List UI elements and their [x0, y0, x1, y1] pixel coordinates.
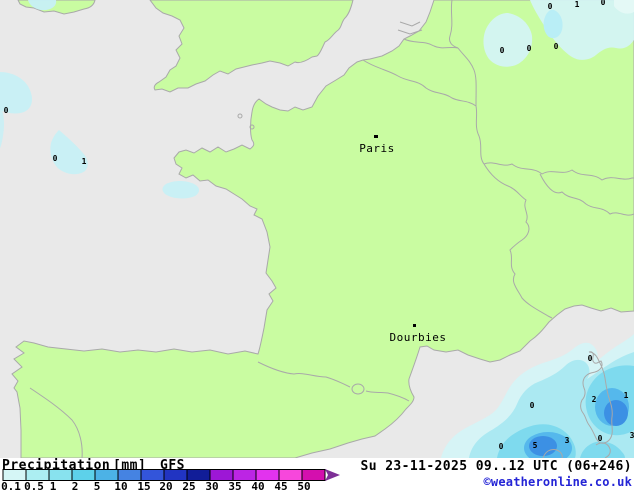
weather-map-page: 0 0 1 0 1 0 0 0 0 0 2 1 0 5 3 0 3 0 Pari…: [0, 0, 634, 490]
dourbies-marker: [413, 324, 416, 327]
tick-label: 2: [72, 480, 79, 490]
colorbar-cell: [94, 469, 119, 481]
value-label: 0: [4, 106, 9, 115]
colorbar-cell: [140, 469, 165, 481]
precipitation-map: 0 0 1 0 1 0 0 0 0 0 2 1 0 5 3 0 3 0 Pari…: [0, 0, 634, 464]
tick-label: 40: [251, 480, 264, 490]
value-label: 0: [598, 434, 603, 443]
value-label: 0: [527, 44, 532, 53]
colorbar-arrow: [325, 469, 340, 481]
tick-label: 1: [50, 480, 57, 490]
value-label: 3: [565, 436, 570, 445]
value-label: 5: [533, 441, 538, 450]
paris-label: Paris: [359, 142, 395, 155]
value-label: 0: [500, 46, 505, 55]
value-label: 0: [554, 42, 559, 51]
colorbar-cell: [71, 469, 96, 481]
value-label: 0: [588, 354, 593, 363]
andorra-outline: [351, 383, 365, 395]
colorbar-cells: [2, 469, 326, 481]
legend-colorbar: 0.1 0.5 1 2 5 10 15 20 25 30 35 40 45 50: [1, 469, 340, 490]
tick-label: 30: [205, 480, 218, 490]
value-label: 1: [624, 391, 629, 400]
value-label: 1: [82, 157, 87, 166]
colorbar-cell: [232, 469, 257, 481]
value-label: 1: [575, 0, 580, 9]
tick-label: 45: [274, 480, 287, 490]
value-label: 3: [630, 431, 634, 440]
value-label: 0: [53, 154, 58, 163]
colorbar-cell: [186, 469, 211, 481]
colorbar-cell: [278, 469, 303, 481]
value-label: 0: [548, 2, 553, 11]
colorbar-cell: [301, 469, 326, 481]
tick-label: 15: [137, 480, 150, 490]
tick-label: 0.5: [24, 480, 44, 490]
value-label: 0: [499, 442, 504, 451]
forecast-datetime: Su 23-11-2025 09..12 UTC (06+246): [360, 459, 632, 474]
value-label: 0: [601, 0, 606, 7]
tick-label: 5: [94, 480, 101, 490]
colorbar-ticks: 0.1 0.5 1 2 5 10 15 20 25 30 35 40 45 50: [1, 480, 311, 490]
colorbar-cell: [48, 469, 73, 481]
precip-med-level5-corsica: [604, 400, 628, 426]
colorbar-cell: [209, 469, 234, 481]
colorbar-cell: [2, 469, 27, 481]
colorbar-cell: [255, 469, 280, 481]
map-area: 0 0 1 0 1 0 0 0 0 0 2 1 0 5 3 0 3 0 Pari…: [0, 0, 634, 464]
tick-label: 50: [297, 480, 310, 490]
tick-label: 20: [159, 480, 172, 490]
value-label: 2: [592, 395, 597, 404]
colorbar-cell: [117, 469, 142, 481]
paris-marker: [374, 135, 378, 138]
tick-label: 35: [228, 480, 241, 490]
colorbar-cell: [25, 469, 50, 481]
dourbies-label: Dourbies: [390, 331, 447, 344]
legend-bar: Precipitation [mm] GFS Su 23-11-2025 09.…: [0, 458, 634, 490]
tick-label: 10: [114, 480, 127, 490]
tick-label: 25: [182, 480, 195, 490]
tick-label: 0.1: [1, 480, 21, 490]
copyright-text: ©weatheronline.co.uk: [483, 475, 632, 489]
value-label: 0: [530, 401, 535, 410]
colorbar-cell: [163, 469, 188, 481]
